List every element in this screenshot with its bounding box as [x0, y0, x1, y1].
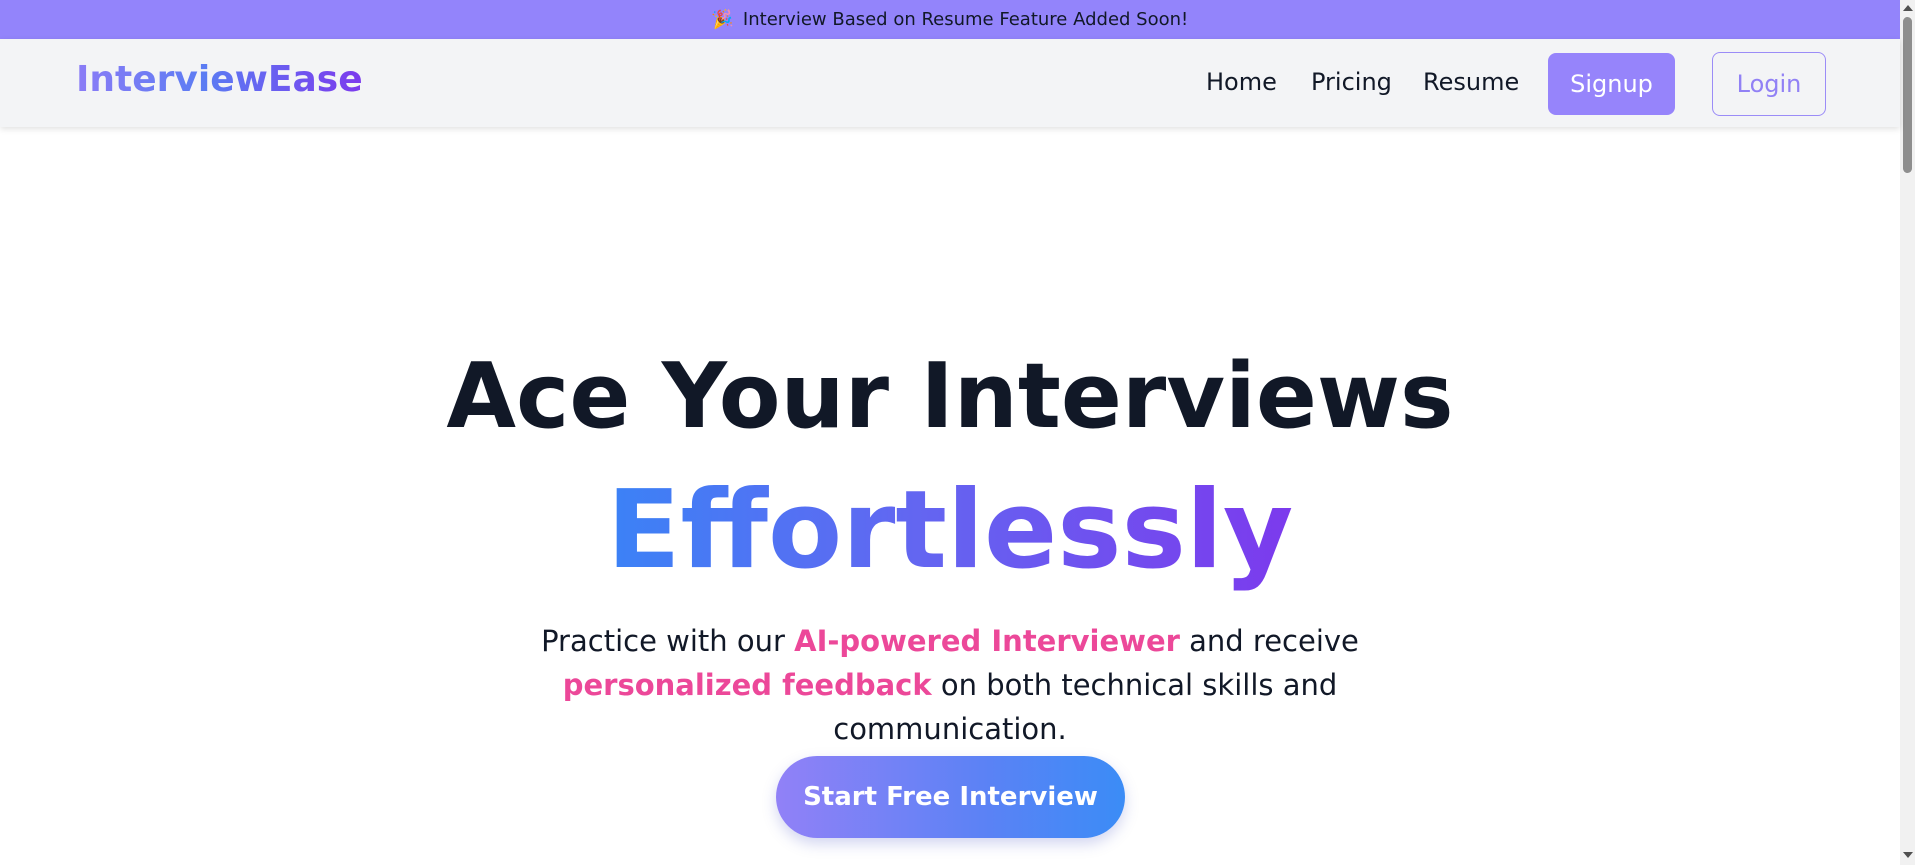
subtitle-text-2: and receive [1179, 624, 1359, 658]
hero-title: Ace Your Interviews [446, 344, 1454, 449]
brand-logo[interactable]: InterviewEase [76, 59, 363, 100]
signup-button[interactable]: Signup [1548, 53, 1675, 115]
subtitle-highlight-ai: AI-powered Interviewer [794, 624, 1180, 658]
hero-title-highlight: Effortlessly [0, 466, 1900, 596]
scroll-up-arrow-icon[interactable] [1903, 5, 1913, 11]
hero-title-gradient-text: Effortlessly [606, 468, 1294, 593]
page-scrollbar[interactable] [1900, 0, 1915, 865]
navbar: InterviewEase Home Pricing Resume Signup… [0, 39, 1900, 127]
subtitle-text-1: Practice with our [541, 624, 795, 658]
start-free-interview-button[interactable]: Start Free Interview [776, 756, 1125, 838]
login-button[interactable]: Login [1712, 52, 1826, 116]
scrollbar-thumb[interactable] [1903, 17, 1912, 173]
nav-link-resume[interactable]: Resume [1423, 68, 1519, 96]
nav-link-pricing[interactable]: Pricing [1311, 68, 1392, 96]
announcement-bar: 🎉 Interview Based on Resume Feature Adde… [0, 0, 1900, 39]
page: 🎉 Interview Based on Resume Feature Adde… [0, 0, 1915, 865]
scroll-down-arrow-icon[interactable] [1903, 852, 1913, 858]
subtitle-highlight-feedback: personalized feedback [562, 668, 932, 702]
hero-subtitle: Practice with our AI-powered Interviewer… [470, 619, 1430, 751]
announcement-text: Interview Based on Resume Feature Added … [742, 9, 1189, 30]
party-popper-icon: 🎉 [710, 8, 735, 31]
nav-link-home[interactable]: Home [1206, 68, 1277, 96]
